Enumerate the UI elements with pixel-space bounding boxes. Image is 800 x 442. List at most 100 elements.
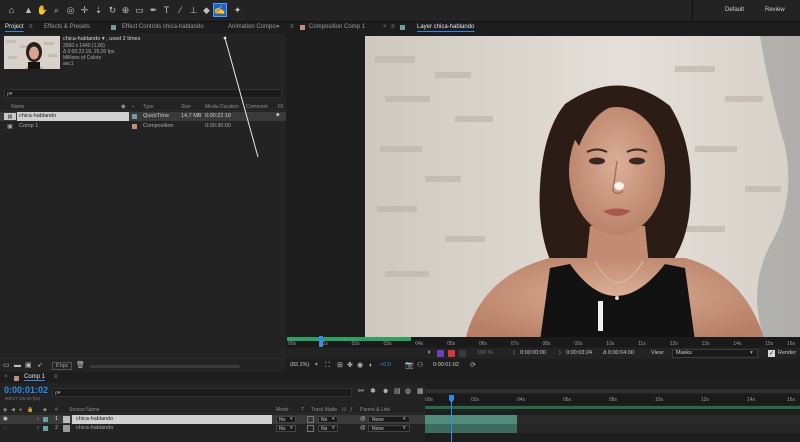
workspace-default[interactable]: Default [725,7,744,13]
brush-tool-icon[interactable]: ⁄ [174,4,187,17]
switches-icon[interactable]: ⊡ [342,407,346,413]
set-out-icon[interactable]: } [559,350,561,357]
visibility-eye-icon[interactable]: ◉ [3,416,8,423]
layer-row[interactable]: ◉ › 1 chica-hablando No ▾ No ▾ @ None ▾ [0,415,425,424]
shy-icon[interactable]: ☻ [382,388,389,395]
parent-dropdown[interactable]: None ▾ [368,416,410,423]
timeline-track-area[interactable]: 00s 02s 04s 06s 08s 10s 12s 14s 16s [425,384,800,442]
tab-comp-1[interactable]: Comp 1 [24,374,45,380]
in-time[interactable]: 0:00:00:00 [520,350,546,357]
expand-arrow-icon[interactable]: › [37,425,39,432]
layer-menu-icon[interactable]: ≡ [391,24,395,30]
tab-effect-controls[interactable]: Effect Controls chica-hablando [122,24,204,30]
layer-label-swatch[interactable] [43,417,48,422]
pen-tool-icon[interactable]: ✒ [147,4,160,17]
video-frame[interactable] [365,36,800,341]
graph-editor-icon[interactable]: ▦ [417,388,424,395]
timeline-timecode[interactable]: 0:00:01:02 [4,385,48,395]
magnification-dropdown[interactable]: (82,1%) [290,362,309,369]
col-type[interactable]: Type [143,104,154,110]
footage-name-line[interactable]: chica-hablando ▾ , used 2 times [63,36,140,43]
adjust-project-settings-icon[interactable]: ➶ [37,362,43,369]
layer-row[interactable]: ◌ › 2 chica-hablando No ▾ No ▾ @ None ▾ [0,424,425,433]
eye-icon[interactable]: ◉ [3,407,7,413]
exposure-value[interactable]: +0,0 [380,362,391,369]
col-file[interactable]: Fil [278,104,283,110]
col-track-matte[interactable]: Track Matte [311,407,337,413]
col-parent-link[interactable]: Parent & Link [360,407,390,413]
timeline-close-icon[interactable]: × [4,374,8,380]
col-mode[interactable]: Mode [276,407,289,413]
new-folder-icon[interactable]: ▬ [14,362,21,369]
label-column-icon[interactable]: ◆ [43,407,47,413]
solo-icon[interactable]: ● [19,407,22,413]
dolly-camera-icon[interactable]: ⇣ [92,4,105,17]
work-area-bar[interactable] [287,337,411,341]
navigator-bar[interactable] [425,389,800,393]
reset-exposure-icon[interactable]: ◐ [369,362,373,369]
track-matte-pickwhip-icon[interactable] [307,416,314,423]
layer-label-swatch[interactable] [43,426,48,431]
col-source-name[interactable]: Source Name [69,407,100,413]
parent-pickwhip-icon[interactable]: @ [360,416,366,423]
frame-blending-icon[interactable]: ▤ [394,388,401,395]
selection-tool-icon[interactable]: ▲ [22,4,35,17]
channel-icon[interactable]: ✤ [347,362,353,369]
mask-purple-icon[interactable] [437,350,444,357]
workspace-review[interactable]: Review [765,7,785,13]
tab-layer[interactable]: Layer chica-hablando [417,24,474,30]
eraser-tool-icon[interactable]: ◆ [200,4,213,17]
pan-behind-icon[interactable]: ⊕ [119,4,132,17]
viewer-tab-menu-icon[interactable]: × [383,24,387,30]
viewer-menu-icon[interactable]: ≡ [290,24,294,30]
layer-name[interactable]: chica-hablando [76,425,113,432]
tab-menu-icon[interactable]: ≡ [29,24,33,30]
audio-icon[interactable]: ◀ [11,407,15,413]
comp-mini-flowchart-icon[interactable]: ⚯ [358,388,364,395]
grid-icon[interactable]: ⊞ [337,362,343,369]
home-icon[interactable]: ⌂ [5,4,18,17]
timeline-menu-icon[interactable]: ≡ [54,374,58,380]
type-tool-icon[interactable]: T [160,4,173,17]
loop-icon[interactable]: ⟳ [470,362,476,369]
mask-red-icon[interactable] [448,350,455,357]
lock-icon[interactable]: 🔒 [27,407,33,413]
show-snapshot-icon[interactable]: ⚇ [417,362,423,369]
fit-icon[interactable]: ⛶ [325,362,330,369]
bpc-button[interactable]: 8 bpc [52,362,72,370]
pan-camera-icon[interactable]: ✛ [78,4,91,17]
chevron-down-icon[interactable]: ▾ [315,362,318,369]
layer-bar[interactable] [425,424,517,433]
label-column-icon[interactable]: ◆ [121,103,126,110]
tab-animation-composer[interactable]: Animation Compo [228,24,276,30]
label-color-swatch[interactable] [132,114,137,119]
current-time[interactable]: 0:00:01:02 [433,362,459,369]
mode-dropdown[interactable]: No ▾ [276,425,296,432]
mask-gray-icon[interactable] [459,350,466,357]
mode-dropdown[interactable]: No ▾ [276,416,296,423]
thumbnail-slider[interactable] [90,365,240,368]
view-dropdown[interactable]: Masks ▾ [672,349,758,358]
col-label-icon[interactable]: ▪ [132,104,134,110]
timeline-ruler[interactable]: 00s 02s 04s 06s 08s 10s 12s 14s 16s [425,395,800,404]
roto-brush-tool-icon[interactable]: ✍ [213,3,227,17]
col-name[interactable]: Name [11,104,24,110]
motion-blur-icon[interactable]: ◍ [405,388,411,395]
tab-composition[interactable]: Composition Comp 1 [309,24,365,30]
more-tabs-icon[interactable]: » [276,24,279,30]
snapshot-icon[interactable]: ◉ [357,362,363,369]
work-area-bar[interactable] [425,406,800,409]
clone-stamp-icon[interactable]: ⊥ [187,4,200,17]
viewer-time-ruler[interactable]: 00s 01s 02s 03s 04s 05s 06s 07s 08s 09s 10s 11s 12s 1… [287,336,800,347]
puppet-pin-icon[interactable]: ✦ [231,4,244,17]
trash-icon[interactable]: 🗑 [76,362,85,369]
visibility-eye-icon[interactable]: ◌ [3,425,6,432]
track-matte-dropdown[interactable]: No ▾ [318,425,338,432]
render-checkbox[interactable]: ✓ [768,350,775,357]
track-matte-dropdown[interactable]: No ▾ [318,416,338,423]
tab-effects-presets[interactable]: Effects & Presets [44,24,90,30]
expand-arrow-icon[interactable]: › [37,416,39,423]
show-channel-icon[interactable]: ◗ [427,349,431,356]
hand-tool-icon[interactable]: ✋ [36,4,49,17]
new-comp-icon[interactable]: ▣ [25,362,32,369]
